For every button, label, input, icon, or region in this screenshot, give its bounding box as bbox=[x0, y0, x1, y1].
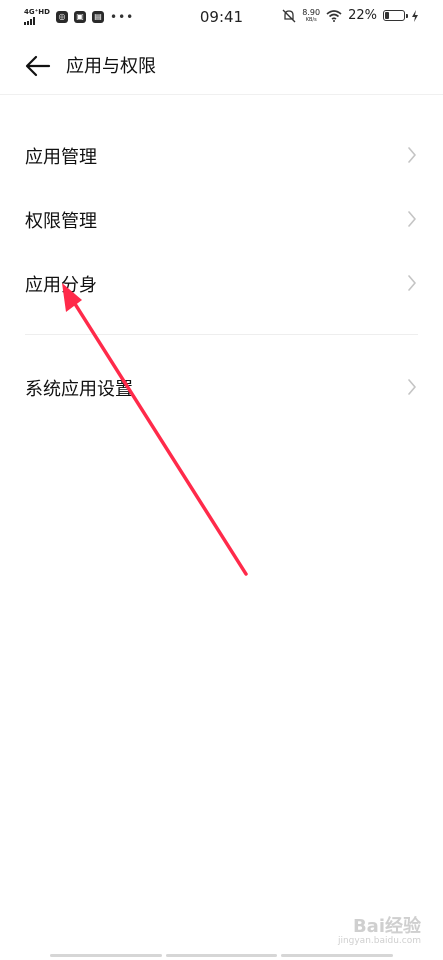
list-item-permission-management[interactable]: 权限管理 bbox=[0, 187, 443, 251]
network-speed: 8.90 KB/s bbox=[302, 7, 321, 23]
list-item-app-clone[interactable]: 应用分身 bbox=[0, 251, 443, 315]
status-right: 8.90 KB/s 22% bbox=[282, 8, 419, 23]
network-speed-unit: KB/s bbox=[305, 16, 317, 23]
back-arrow-icon[interactable] bbox=[24, 52, 52, 80]
battery-icon bbox=[383, 10, 408, 21]
network-speed-value: 8.90 bbox=[302, 7, 321, 17]
chevron-right-icon bbox=[408, 147, 416, 163]
status-bar: 4G⁺HD ◎ ▣ ▤ ••• 09:41 8.90 KB/s 22% bbox=[0, 0, 443, 36]
wifi-icon bbox=[326, 9, 342, 22]
battery-percent: 22% bbox=[348, 8, 377, 23]
watermark-logo: Bai经验 bbox=[352, 916, 421, 937]
page-title: 应用与权限 bbox=[66, 56, 156, 77]
charging-icon bbox=[412, 9, 418, 22]
bottom-edge-lines bbox=[50, 954, 394, 957]
chevron-right-icon bbox=[408, 379, 416, 395]
list-item-system-app-settings[interactable]: 系统应用设置 bbox=[0, 355, 443, 419]
list-item-app-management[interactable]: 应用管理 bbox=[0, 123, 443, 187]
list-item-label: 应用分身 bbox=[25, 275, 97, 296]
watermark: Bai经验 jingyan.baidu.com bbox=[301, 912, 421, 946]
app-header: 应用与权限 bbox=[0, 36, 443, 95]
chevron-right-icon bbox=[408, 275, 416, 291]
mute-bell-icon bbox=[282, 9, 296, 22]
list-item-label: 应用管理 bbox=[25, 147, 97, 168]
watermark-url: jingyan.baidu.com bbox=[337, 936, 421, 946]
battery-fill bbox=[385, 12, 389, 19]
chevron-right-icon bbox=[408, 211, 416, 227]
list-item-label: 系统应用设置 bbox=[25, 379, 133, 400]
section-divider bbox=[25, 334, 418, 335]
list-item-label: 权限管理 bbox=[25, 211, 97, 232]
